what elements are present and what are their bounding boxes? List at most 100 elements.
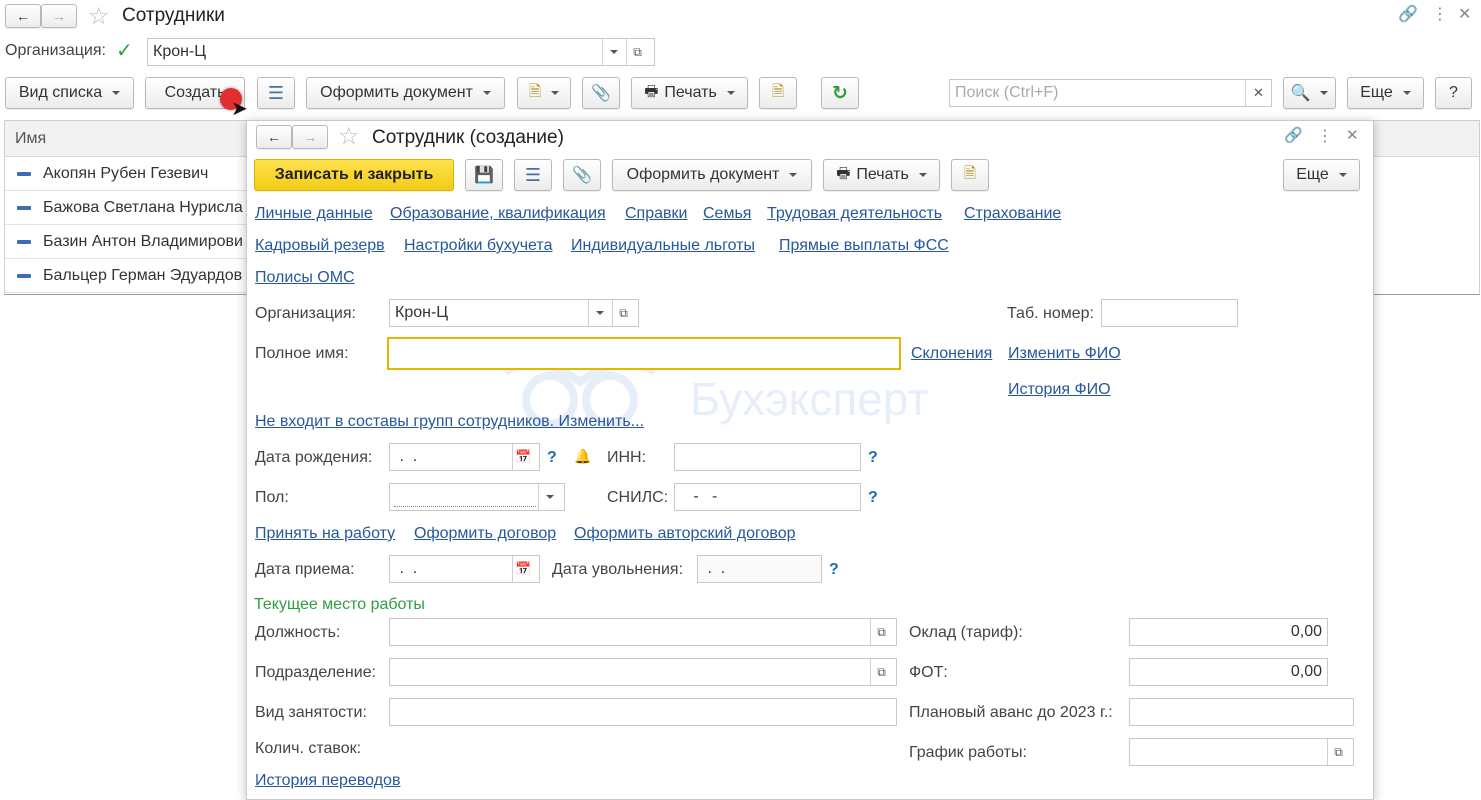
column-header-name[interactable]: Имя — [15, 130, 46, 148]
birth-date-input[interactable]: . . 📅 — [389, 443, 540, 471]
back-button[interactable]: ← — [5, 4, 41, 28]
table-row[interactable]: Бажова Светлана Нурисла — [5, 191, 265, 225]
search-placeholder: Поиск (Ctrl+F) — [955, 84, 1059, 101]
snils-label: СНИЛС: — [607, 489, 669, 506]
work-schedule-input[interactable]: ⧉ — [1129, 738, 1354, 766]
open-icon[interactable]: ⧉ — [626, 39, 648, 65]
form-more-vertical-icon[interactable]: ⋮ — [1317, 126, 1333, 146]
declensions-link[interactable]: Склонения — [911, 345, 992, 363]
calendar-icon[interactable]: 📅 — [512, 444, 534, 470]
open-icon[interactable]: ⧉ — [870, 619, 892, 645]
form-star-icon[interactable]: ☆ — [338, 122, 360, 151]
search-button[interactable]: 🔍 — [1283, 77, 1336, 109]
more-vertical-icon[interactable]: ⋮ — [1432, 4, 1448, 24]
list-icon-button[interactable]: ☰ — [257, 77, 295, 109]
close-icon[interactable]: ✕ — [1458, 4, 1471, 24]
help-button[interactable]: ? — [1435, 77, 1472, 109]
inn-input[interactable] — [674, 443, 861, 471]
forward-button[interactable]: → — [41, 4, 77, 28]
salary-input[interactable]: 0,00 — [1129, 618, 1328, 646]
author-contract-link[interactable]: Оформить авторский договор — [574, 525, 796, 543]
form-back-button[interactable]: ← — [256, 125, 292, 149]
contract-link[interactable]: Оформить договор — [414, 525, 556, 543]
advance-input[interactable] — [1129, 698, 1354, 726]
attach-button[interactable]: 📎 — [582, 77, 620, 109]
birth-date-help-icon[interactable]: ? — [547, 449, 557, 467]
full-name-input[interactable] — [387, 337, 901, 370]
salary-label: Оклад (тариф): — [909, 624, 1023, 641]
salary-value: 0,00 — [1290, 623, 1322, 640]
save-button[interactable]: 💾 — [465, 159, 503, 191]
gender-select[interactable] — [389, 483, 565, 511]
form-print-button[interactable]: 🖶 Печать — [823, 159, 940, 191]
form-org-label: Организация: — [255, 305, 356, 322]
table-row[interactable]: Бальцер Герман Эдуардов — [5, 259, 265, 293]
fio-history-link[interactable]: История ФИО — [1008, 381, 1111, 399]
snils-input[interactable]: - - — [674, 483, 861, 511]
chevron-down-icon[interactable] — [602, 39, 624, 65]
form-make-document-button[interactable]: Оформить документ — [612, 159, 812, 191]
more-button[interactable]: Еще — [1347, 77, 1424, 109]
fot-input[interactable]: 0,00 — [1129, 658, 1328, 686]
department-input[interactable]: ⧉ — [389, 658, 897, 686]
open-icon[interactable]: ⧉ — [1327, 739, 1349, 765]
dismissal-date-value: . . — [703, 560, 726, 577]
table-row[interactable]: Базин Антон Владимирови — [5, 225, 265, 259]
hire-date-value: . . — [395, 560, 418, 577]
form-close-icon[interactable]: ✕ — [1346, 126, 1359, 144]
employee-groups-link[interactable]: Не входит в составы групп сотрудников. И… — [255, 413, 644, 431]
change-fio-link[interactable]: Изменить ФИО — [1008, 345, 1121, 363]
table-row[interactable]: Акопян Рубен Гезевич — [5, 157, 265, 191]
transfers-history-link[interactable]: История переводов — [255, 772, 400, 790]
dismissal-date-input: . . — [697, 555, 822, 583]
form-org-select[interactable]: Крон-Ц ⧉ — [389, 299, 639, 327]
tab-family[interactable]: Семья — [703, 205, 751, 223]
clear-search-icon[interactable]: ✕ — [1245, 80, 1271, 106]
dismissal-date-label: Дата увольнения: — [552, 561, 684, 578]
position-input[interactable]: ⧉ — [389, 618, 897, 646]
tab-personnel-reserve[interactable]: Кадровый резерв — [255, 237, 385, 255]
view-list-button[interactable]: Вид списка — [5, 77, 134, 109]
link-icon[interactable]: 🔗 — [1398, 4, 1418, 24]
form-link-icon[interactable]: 🔗 — [1284, 126, 1303, 144]
row-name: Бажова Светлана Нурисла — [43, 198, 243, 216]
tab-direct-payments-fss[interactable]: Прямые выплаты ФСС — [779, 237, 949, 255]
employment-type-input[interactable] — [389, 698, 897, 726]
hire-date-input[interactable]: . . 📅 — [389, 555, 540, 583]
tab-work-activity[interactable]: Трудовая деятельность — [767, 205, 942, 223]
form-forward-button[interactable]: → — [292, 125, 328, 149]
make-document-button[interactable]: Оформить документ — [306, 77, 505, 109]
form-org-value: Крон-Ц — [395, 304, 449, 321]
org-select[interactable]: Крон-Ц ⧉ — [147, 38, 655, 66]
org-checkbox-icon[interactable]: ✓ — [116, 38, 133, 63]
tab-number-input[interactable] — [1101, 299, 1238, 327]
tab-number-label: Таб. номер: — [1007, 305, 1094, 322]
open-icon[interactable]: ⧉ — [612, 300, 634, 326]
star-icon[interactable]: ☆ — [88, 2, 110, 31]
tab-personal-data[interactable]: Личные данные — [255, 205, 373, 223]
form-list-icon-button[interactable]: ☰ — [514, 159, 552, 191]
save-close-button[interactable]: Записать и закрыть — [254, 159, 454, 191]
form-attach-button[interactable]: 📎 — [563, 159, 601, 191]
open-icon[interactable]: ⧉ — [870, 659, 892, 685]
chevron-down-icon[interactable] — [538, 484, 560, 510]
inn-help-icon[interactable]: ? — [868, 449, 878, 467]
calendar-icon[interactable]: 📅 — [512, 556, 534, 582]
hire-link[interactable]: Принять на работу — [255, 525, 395, 543]
form-report-button[interactable]: 🗎 — [951, 159, 989, 191]
tab-oms-policies[interactable]: Полисы ОМС — [255, 269, 355, 287]
search-input[interactable]: Поиск (Ctrl+F) ✕ — [949, 79, 1272, 107]
tab-insurance[interactable]: Страхование — [964, 205, 1061, 223]
dismissal-help-icon[interactable]: ? — [829, 561, 839, 579]
print-button[interactable]: 🖶 Печать — [631, 77, 748, 109]
add-document-button[interactable]: 🗎 — [517, 77, 571, 109]
tab-accounting-settings[interactable]: Настройки бухучета — [404, 237, 552, 255]
report-button[interactable]: 🗎 — [759, 77, 797, 109]
tab-individual-benefits[interactable]: Индивидуальные льготы — [571, 237, 755, 255]
form-more-button[interactable]: Еще — [1283, 159, 1360, 191]
chevron-down-icon[interactable] — [588, 300, 610, 326]
tab-education[interactable]: Образование, квалификация — [390, 205, 606, 223]
snils-help-icon[interactable]: ? — [868, 489, 878, 507]
tab-references[interactable]: Справки — [625, 205, 687, 223]
refresh-button[interactable]: ↻ — [821, 77, 859, 109]
